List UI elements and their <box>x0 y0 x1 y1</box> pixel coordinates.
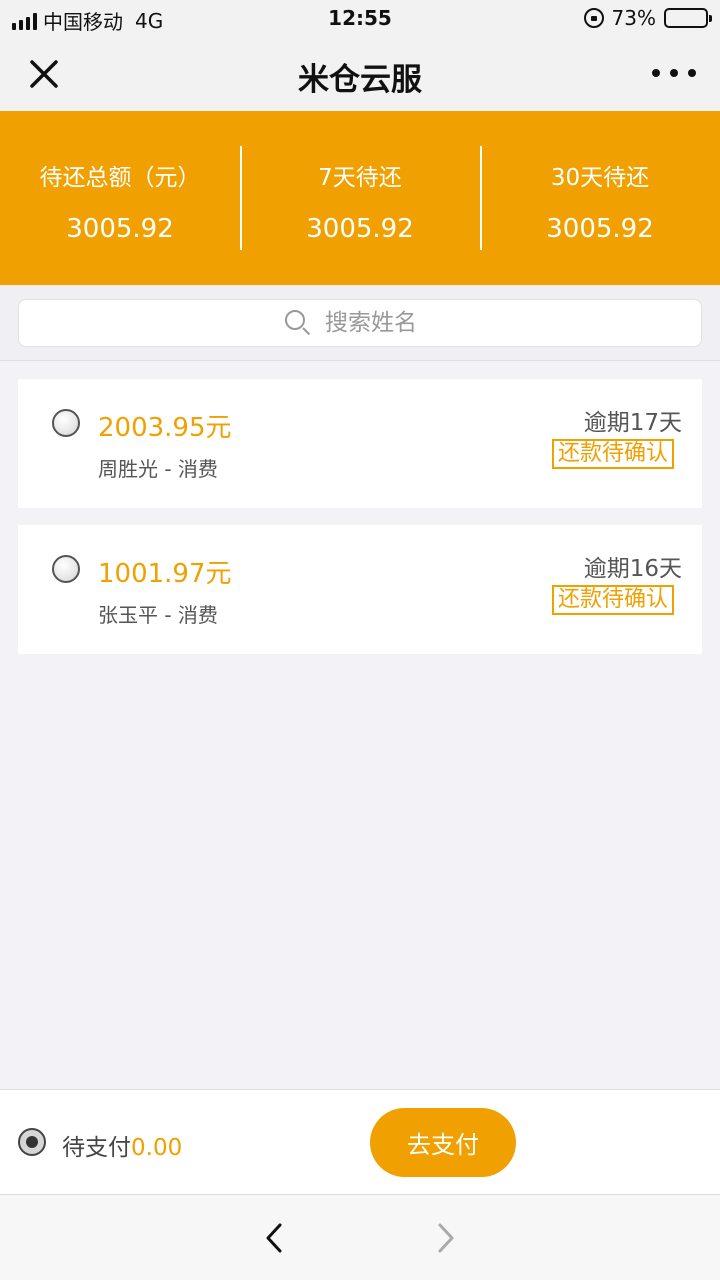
status-bar: 中国移动 4G 12:55 73% <box>0 0 720 36</box>
select-all-radio[interactable] <box>18 1128 46 1156</box>
bill-select-radio[interactable] <box>52 555 80 583</box>
summary-value: 3005.92 <box>306 214 414 244</box>
pending-payment: 待支付0.00 <box>62 1128 182 1162</box>
search-input[interactable] <box>325 310 435 336</box>
back-arrow-icon[interactable] <box>258 1221 292 1255</box>
bill-item[interactable]: 1001.97元 张玉平 - 消费 逾期16天 还款待确认 <box>18 525 702 654</box>
status-badge: 还款待确认 <box>551 585 674 615</box>
bill-overdue: 逾期16天 <box>583 556 682 582</box>
nav-bar: 米仓云服 <box>0 36 720 111</box>
status-right: 73% <box>583 6 712 30</box>
summary-7-days: 7天待还 3005.92 <box>240 146 480 250</box>
search-icon <box>285 310 311 336</box>
summary-30-days: 30天待还 3005.92 <box>480 146 720 250</box>
summary-label: 7天待还 <box>318 165 402 191</box>
rotation-lock-icon <box>583 8 604 28</box>
pay-bar: 待支付0.00 去支付 <box>0 1089 720 1194</box>
summary-total: 待还总额（元） 3005.92 <box>0 146 240 250</box>
pending-payment-label: 待支付 <box>62 1135 131 1161</box>
bill-description: 张玉平 - 消费 <box>98 603 218 627</box>
search-section <box>0 285 720 361</box>
bill-amount: 1001.97元 <box>98 559 232 589</box>
summary-value: 3005.92 <box>546 214 654 244</box>
forward-arrow-icon[interactable] <box>428 1221 462 1255</box>
bill-item[interactable]: 2003.95元 周胜光 - 消费 逾期17天 还款待确认 <box>18 379 702 508</box>
more-dots-icon[interactable] <box>652 58 696 88</box>
summary-label: 待还总额（元） <box>39 165 201 191</box>
search-box[interactable] <box>18 299 702 347</box>
pay-button[interactable]: 去支付 <box>370 1108 516 1177</box>
bill-select-radio[interactable] <box>52 409 80 437</box>
battery-icon <box>664 8 712 28</box>
browser-toolbar <box>0 1194 720 1280</box>
status-badge: 还款待确认 <box>551 439 674 469</box>
summary-label: 30天待还 <box>550 165 650 191</box>
battery-percent: 73% <box>611 6 656 30</box>
page-title: 米仓云服 <box>298 62 422 98</box>
repayment-summary: 待还总额（元） 3005.92 7天待还 3005.92 30天待还 3005.… <box>0 111 720 285</box>
bill-description: 周胜光 - 消费 <box>98 457 218 481</box>
bill-amount: 2003.95元 <box>98 413 232 443</box>
summary-value: 3005.92 <box>66 214 174 244</box>
bill-overdue: 逾期17天 <box>583 410 682 436</box>
pending-payment-amount: 0.00 <box>131 1135 183 1161</box>
